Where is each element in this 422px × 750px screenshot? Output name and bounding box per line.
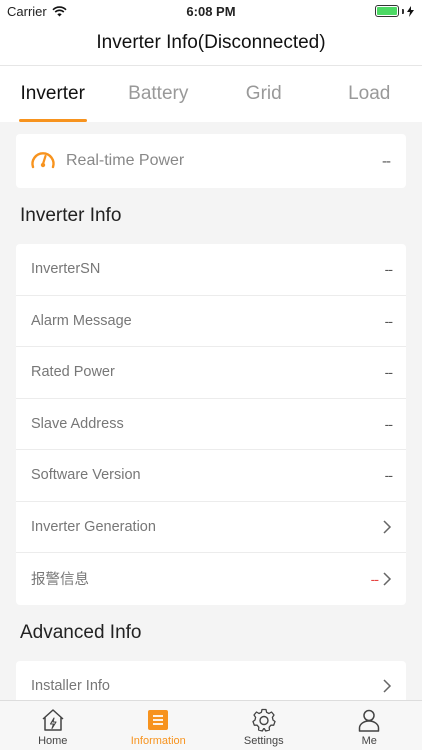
status-time: 6:08 PM (186, 4, 236, 19)
tab-battery[interactable]: Battery (106, 66, 212, 122)
row-label: Rated Power (31, 364, 115, 381)
realtime-power-value: -- (382, 152, 391, 170)
gauge-icon (31, 152, 55, 169)
alarm-value: -- (370, 570, 379, 587)
row-value: -- (384, 415, 393, 432)
tabbar-settings-label: Settings (243, 735, 284, 747)
battery-icon (375, 5, 399, 17)
row-label: Software Version (31, 467, 141, 484)
status-bar: Carrier 6:08 PM (0, 0, 422, 22)
tab-load[interactable]: Load (317, 66, 422, 122)
row-label: Inverter Generation (31, 518, 156, 535)
section-title-advanced-info: Advanced Info (20, 621, 142, 643)
inverter-info-list: InverterSN -- Alarm Message -- Rated Pow… (16, 244, 406, 605)
charging-icon (407, 5, 414, 17)
row-label: InverterSN (31, 261, 101, 278)
tabbar-information-label: Information (130, 735, 186, 747)
row-value: -- (384, 467, 393, 484)
category-tabs: Inverter Battery Grid Load (0, 66, 422, 122)
row-label: 报警信息 (31, 572, 89, 589)
list-item-alarm-message: Alarm Message -- (16, 296, 406, 347)
person-icon (359, 709, 380, 732)
content-area[interactable]: Real-time Power -- Inverter Info Inverte… (0, 122, 422, 700)
list-item-inverter-generation[interactable]: Inverter Generation (16, 502, 406, 553)
realtime-power-label: Real-time Power (66, 152, 185, 169)
row-label: Alarm Message (31, 312, 132, 329)
chevron-right-icon (383, 572, 392, 586)
list-item-installer-info[interactable]: Installer Info (16, 661, 406, 701)
gear-icon (252, 708, 276, 732)
row-value: -- (384, 261, 393, 278)
tabbar-settings[interactable]: Settings (211, 701, 317, 750)
tabbar-me[interactable]: Me (317, 701, 422, 750)
row-value: -- (384, 364, 393, 381)
advanced-info-list: Installer Info (16, 660, 406, 701)
page-title: Inverter Info(Disconnected) (0, 22, 422, 66)
tab-grid[interactable]: Grid (211, 66, 317, 122)
battery-indicator (375, 5, 414, 17)
list-item-software-version: Software Version -- (16, 450, 406, 502)
chevron-right-icon (383, 520, 392, 534)
list-icon (148, 710, 169, 730)
list-item-inverter-sn: InverterSN -- (16, 244, 406, 296)
chevron-right-icon (383, 679, 392, 693)
tabbar-information[interactable]: Information (106, 701, 212, 750)
row-label: Installer Info (31, 678, 110, 695)
list-item-alarm-info[interactable]: 报警信息 -- (16, 553, 406, 605)
tab-inverter[interactable]: Inverter (0, 66, 106, 122)
row-value: -- (384, 312, 393, 329)
row-label: Slave Address (31, 415, 124, 432)
bottom-tab-bar: Home Information Settings Me (0, 700, 422, 750)
tabbar-home-label: Home (38, 735, 68, 747)
tabbar-me-label: Me (361, 735, 377, 747)
realtime-power-card: Real-time Power -- (16, 134, 406, 188)
section-title-inverter-info: Inverter Info (20, 205, 122, 226)
list-item-slave-address: Slave Address -- (16, 399, 406, 450)
tabbar-home[interactable]: Home (0, 701, 106, 750)
home-icon (42, 709, 64, 731)
list-item-rated-power: Rated Power -- (16, 347, 406, 399)
